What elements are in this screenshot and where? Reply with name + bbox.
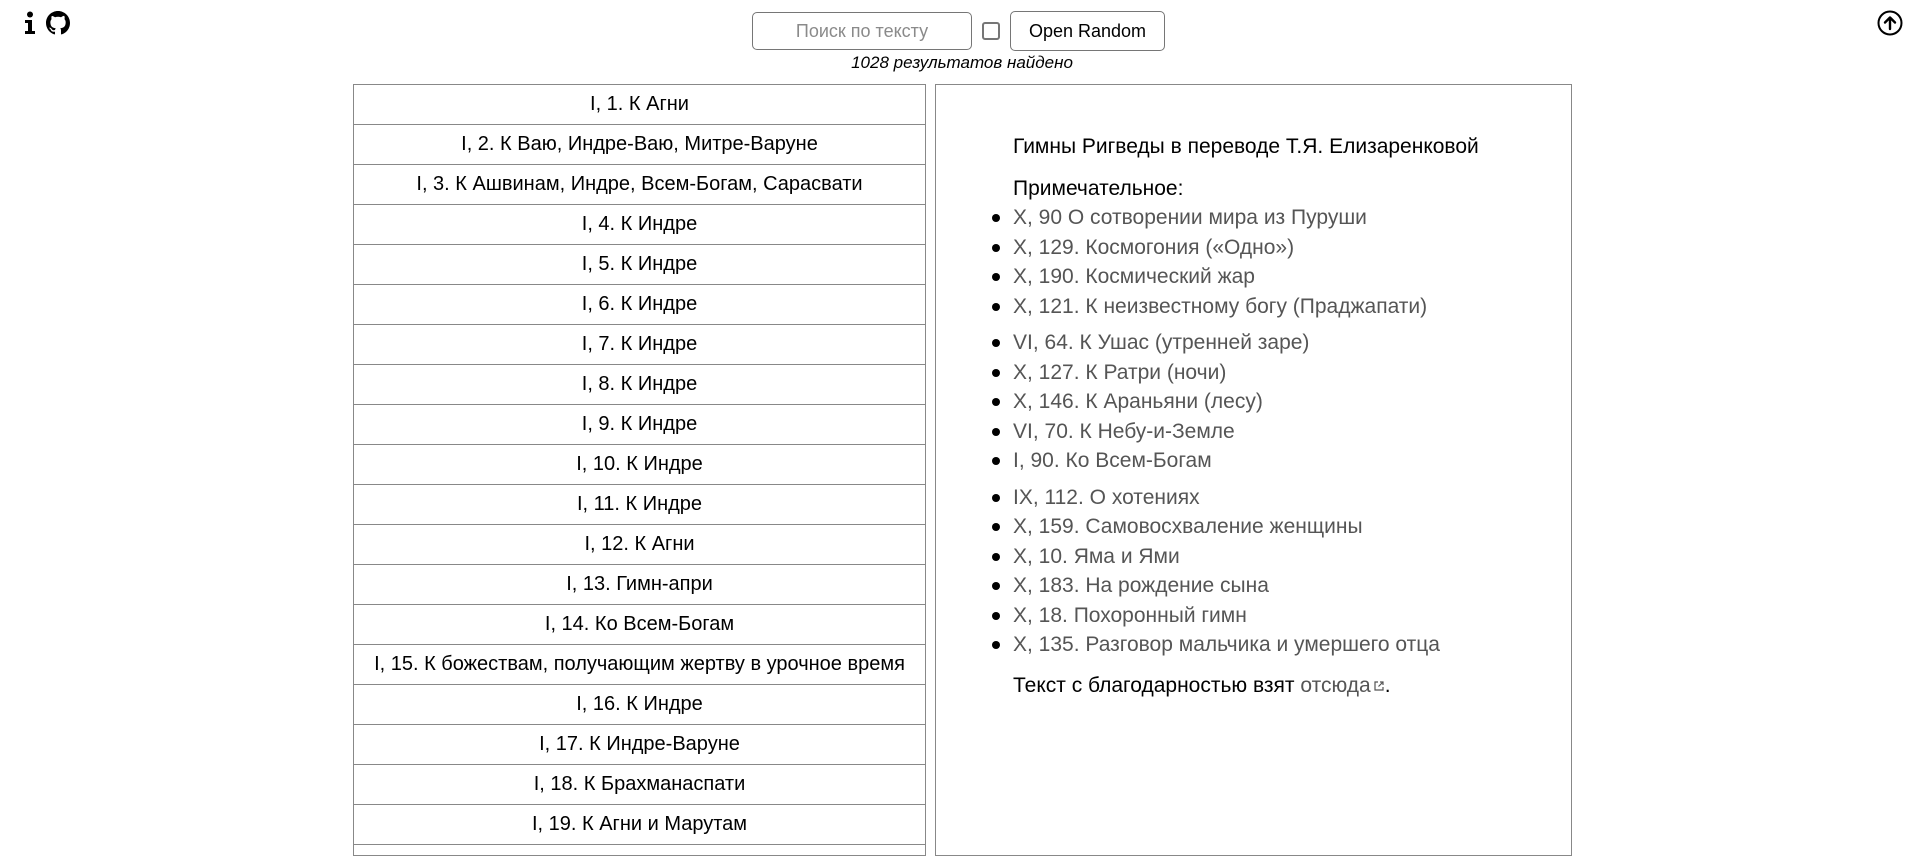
notable-hymn-link[interactable]: X, 121. К неизвестному богу (Праджапати) [992, 292, 1571, 322]
detail-panel: Гимны Ригведы в переводе Т.Я. Елизаренко… [935, 84, 1572, 856]
list-item[interactable]: I, 12. К Агни [354, 525, 925, 565]
credit-link-label: отсюда [1300, 673, 1371, 697]
credit-prefix: Текст с благодарностью взят [1013, 673, 1301, 697]
detail-title: Гимны Ригведы в переводе Т.Я. Елизаренко… [1013, 135, 1479, 158]
notable-hymn-link[interactable]: X, 146. К Араньяни (лесу) [992, 387, 1571, 417]
list-item[interactable]: I, 8. К Индре [354, 365, 925, 405]
list-item[interactable]: I, 11. К Индре [354, 485, 925, 525]
external-link-icon [1373, 674, 1385, 698]
notable-hymn-link[interactable]: IX, 112. О хотениях [992, 483, 1571, 513]
list-item[interactable]: I, 2. К Ваю, Индре-Ваю, Митре-Варуне [354, 125, 925, 165]
list-item[interactable]: I, 10. К Индре [354, 445, 925, 485]
notable-hymn-link[interactable]: VI, 64. К Ушас (утренней заре) [992, 328, 1571, 358]
list-item[interactable]: I, 9. К Индре [354, 405, 925, 445]
notable-hymn-link[interactable]: X, 159. Самовосхваление женщины [992, 512, 1571, 542]
credit-suffix: . [1384, 673, 1391, 697]
list-item[interactable]: I, 13. Гимн-апри [354, 565, 925, 605]
open-random-button[interactable]: Open Random [1010, 11, 1165, 51]
list-item[interactable]: I, 1. К Агни [354, 85, 925, 125]
notable-hymn-link[interactable]: X, 127. К Ратри (ночи) [992, 358, 1571, 388]
list-item[interactable]: I, 7. К Индре [354, 325, 925, 365]
notable-hymn-link[interactable]: X, 10. Яма и Ями [992, 542, 1571, 572]
list-item[interactable]: I, 17. К Индре-Варуне [354, 725, 925, 765]
list-item[interactable]: I, 18. К Брахманаспати [354, 765, 925, 805]
notable-hymn-link[interactable]: X, 190. Космический жар [992, 262, 1571, 292]
search-bar: Open Random [752, 11, 1165, 51]
results-count: 1028 результатов найдено [851, 53, 1073, 72]
list-item[interactable]: I, 3. К Ашвинам, Индре, Всем-Богам, Сара… [354, 165, 925, 205]
credit-line: Текст с благодарностью взят отсюда. [1013, 674, 1571, 698]
list-item[interactable]: I, 14. Ко Всем-Богам [354, 605, 925, 645]
notable-hymn-link[interactable]: X, 18. Похоронный гимн [992, 601, 1571, 631]
github-icon[interactable] [46, 11, 70, 35]
notable-group: IX, 112. О хотениях X, 159. Самовосхвален… [992, 483, 1571, 660]
notable-hymn-link[interactable]: X, 135. Разговор мальчика и умершего отц… [992, 630, 1571, 660]
notable-hymn-link[interactable]: I, 90. Ко Всем-Богам [992, 446, 1571, 476]
info-icon[interactable] [24, 11, 36, 35]
notable-heading: Примечательное: [1013, 177, 1184, 200]
list-item[interactable]: I, 4. К Индре [354, 205, 925, 245]
search-checkbox[interactable] [982, 22, 1000, 40]
arrow-up-circle-icon[interactable] [1877, 10, 1903, 36]
list-item[interactable]: I, 19. К Агни и Марутам [354, 805, 925, 845]
notable-hymn-link[interactable]: X, 90 О сотворении мира из Пуруши [992, 203, 1571, 233]
list-item-partial[interactable] [354, 845, 925, 855]
top-left-icons [24, 11, 70, 35]
notable-hymn-link[interactable]: VI, 70. К Небу-и-Земле [992, 417, 1571, 447]
list-item[interactable]: I, 16. К Индре [354, 685, 925, 725]
notable-list: X, 90 О сотворении мира из Пуруши X, 129.… [992, 203, 1571, 660]
notable-group: X, 90 О сотворении мира из Пуруши X, 129.… [992, 203, 1571, 322]
list-item[interactable]: I, 15. К божествам, получающим жертву в … [354, 645, 925, 685]
list-item[interactable]: I, 6. К Индре [354, 285, 925, 325]
search-input[interactable] [752, 12, 972, 50]
list-item[interactable]: I, 5. К Индре [354, 245, 925, 285]
notable-group: VI, 64. К Ушас (утренней заре) X, 127. К … [992, 328, 1571, 476]
credit-source-link[interactable]: отсюда [1300, 674, 1384, 697]
notable-hymn-link[interactable]: X, 183. На рождение сына [992, 571, 1571, 601]
notable-hymn-link[interactable]: X, 129. Космогония («Одно») [992, 233, 1571, 263]
hymn-list[interactable]: I, 1. К Агни I, 2. К Ваю, Индре-Ваю, Митр… [353, 84, 926, 856]
